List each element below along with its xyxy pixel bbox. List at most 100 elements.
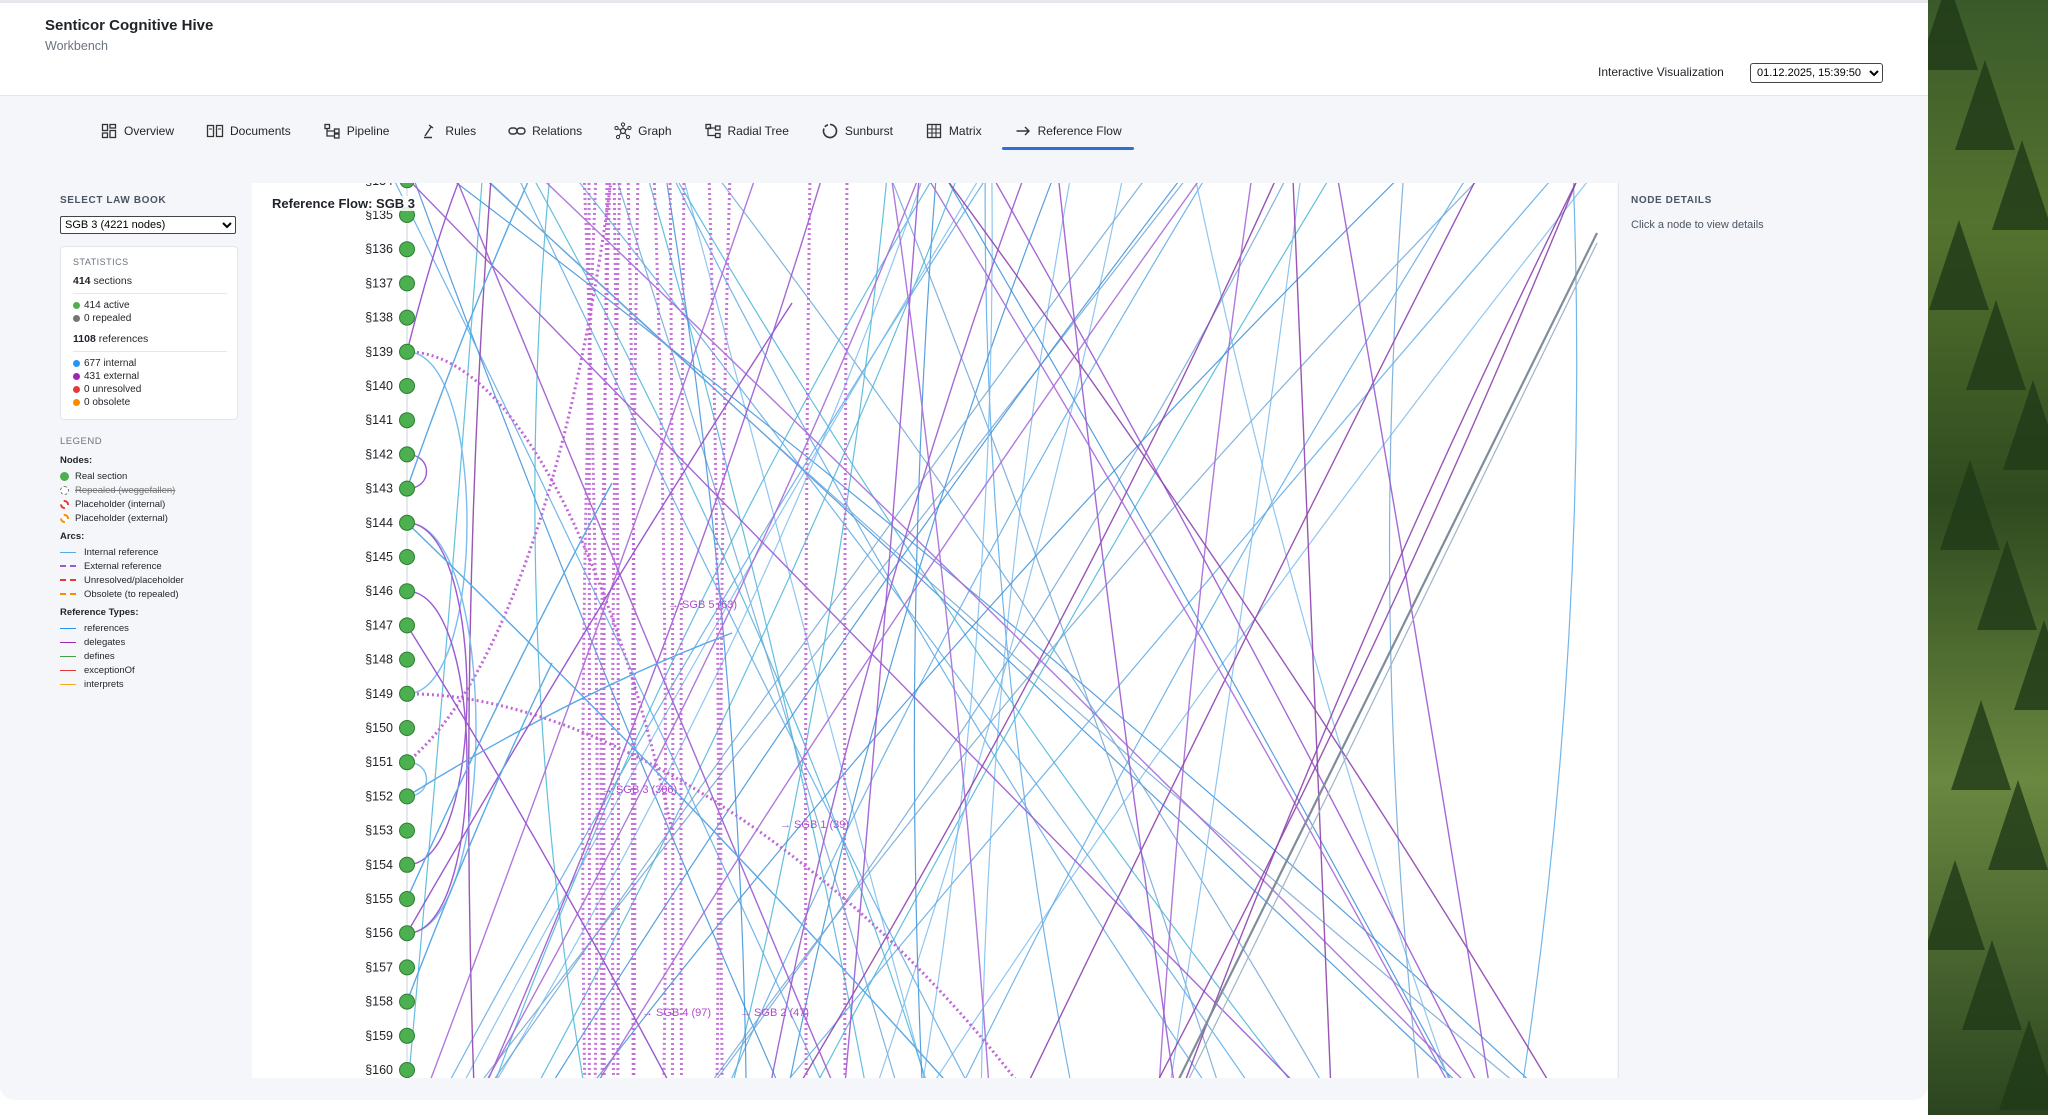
unresolved-line-icon xyxy=(60,579,76,581)
tab-sunburst[interactable]: Sunburst xyxy=(809,112,905,150)
section-label: §136 xyxy=(365,242,393,256)
unresolved-text: 0 unresolved xyxy=(84,384,142,395)
tab-pipeline[interactable]: Pipeline xyxy=(311,112,402,150)
section-node[interactable] xyxy=(399,959,415,976)
tree-icon xyxy=(704,122,722,140)
external-line-icon xyxy=(60,565,76,567)
delegates-line-icon xyxy=(60,641,76,643)
section-node[interactable] xyxy=(399,856,415,873)
tab-rules[interactable]: Rules xyxy=(409,112,488,150)
sections-count: 414 xyxy=(73,275,91,287)
local-reference-arc xyxy=(406,522,468,866)
internal-reference-arc xyxy=(495,183,931,1078)
internal-line-icon xyxy=(60,551,76,553)
internal-reference-arc xyxy=(596,183,1395,1078)
references-label: references xyxy=(98,333,149,345)
tab-reference-flow[interactable]: Reference Flow xyxy=(1001,112,1134,150)
section-node[interactable] xyxy=(399,241,415,258)
tab-bar: Overview Documents Pipeline Rules Relati… xyxy=(88,112,1142,150)
external-reference-arc xyxy=(599,183,612,1078)
tree-decoration xyxy=(1977,540,2037,630)
section-label: §138 xyxy=(365,311,393,325)
legend-text: Unresolved/placeholder xyxy=(84,574,184,586)
section-node[interactable] xyxy=(399,754,415,771)
section-label: §134 xyxy=(365,183,393,188)
section-node[interactable] xyxy=(399,651,415,668)
legend-obsolete: Obsolete (to repealed) xyxy=(60,587,238,601)
section-node[interactable] xyxy=(399,343,415,360)
tab-relations[interactable]: Relations xyxy=(496,112,594,150)
tree-decoration xyxy=(1929,220,1989,310)
real-section-icon xyxy=(60,471,69,481)
local-reference-arc xyxy=(406,351,468,695)
node-details-heading: NODE DETAILS xyxy=(1631,195,1712,206)
viz-title: Reference Flow: SGB 3 xyxy=(270,196,418,211)
legend-repealed: Repealed (weggefallen) xyxy=(60,483,238,497)
statistics-heading: STATISTICS xyxy=(73,257,129,267)
tab-label: Overview xyxy=(124,124,175,138)
sections-label: sections xyxy=(93,275,132,287)
timestamp-select[interactable]: 01.12.2025, 15:39:50 xyxy=(1750,63,1883,83)
section-node[interactable] xyxy=(399,617,415,634)
flow-svg[interactable]: §134§135§136§137§138§139§140§141§142§143… xyxy=(252,183,1617,1078)
law-book-select[interactable]: SGB 3 (4221 nodes) xyxy=(60,216,236,234)
legend-text: Placeholder (external) xyxy=(75,512,168,524)
section-node[interactable] xyxy=(399,446,415,463)
section-node[interactable] xyxy=(399,378,415,394)
section-label: §150 xyxy=(365,721,393,735)
tab-label: Graph xyxy=(638,124,672,138)
tree-decoration xyxy=(1955,60,2015,150)
repealed-text: 0 repealed xyxy=(84,313,132,324)
tab-matrix[interactable]: Matrix xyxy=(913,112,994,150)
legend-text: references xyxy=(84,622,129,634)
section-node[interactable] xyxy=(399,925,415,942)
divider xyxy=(73,293,227,294)
section-node[interactable] xyxy=(399,1062,415,1078)
purple-dot-icon xyxy=(73,373,80,380)
section-node[interactable] xyxy=(399,685,415,702)
section-node[interactable] xyxy=(399,309,415,326)
tab-radial-tree[interactable]: Radial Tree xyxy=(692,112,801,150)
legend-text: interprets xyxy=(84,678,124,690)
section-node[interactable] xyxy=(399,412,415,429)
section-node[interactable] xyxy=(399,549,415,565)
section-node[interactable] xyxy=(399,275,415,292)
tab-graph[interactable]: Graph xyxy=(602,112,683,150)
external-target-label: → SGB 4 (97) xyxy=(642,1007,711,1019)
section-node[interactable] xyxy=(399,788,415,805)
external-target-label: → SGB 5 (63) xyxy=(668,599,737,611)
section-label: §141 xyxy=(365,413,393,427)
legend-nodes-heading: Nodes: xyxy=(60,455,93,466)
legend-text: Repealed (weggefallen) xyxy=(75,484,176,496)
internal-reference-arc xyxy=(666,183,747,1078)
tab-overview[interactable]: Overview xyxy=(88,112,186,150)
tab-label: Documents xyxy=(230,124,291,138)
section-node[interactable] xyxy=(399,720,415,736)
header: Senticor Cognitive Hive Workbench Intera… xyxy=(0,3,1928,96)
internal-reference-arc xyxy=(617,183,896,1078)
section-node[interactable] xyxy=(399,822,415,839)
active-stat: 414 active xyxy=(73,299,227,312)
section-node[interactable] xyxy=(399,891,415,907)
internal-reference-arc xyxy=(488,183,1454,1078)
legend-type-interprets: interprets xyxy=(60,677,238,691)
external-target-label: → SGB 2 (47) xyxy=(740,1007,809,1019)
tab-label: Sunburst xyxy=(844,124,893,138)
legend-external-ref: External reference xyxy=(60,559,238,573)
tab-label: Rules xyxy=(445,124,477,138)
section-node[interactable] xyxy=(399,514,415,531)
pipeline-icon xyxy=(323,122,341,140)
external-text: 431 external xyxy=(84,371,140,382)
section-node[interactable] xyxy=(399,480,415,497)
section-node[interactable] xyxy=(399,993,415,1010)
external-reference-arc xyxy=(804,183,812,1078)
reference-flow-canvas[interactable]: Reference Flow: SGB 3 §134§135§136§137§1… xyxy=(252,183,1617,1078)
section-node[interactable] xyxy=(399,1027,415,1044)
tab-documents[interactable]: Documents xyxy=(194,112,303,150)
section-label: §159 xyxy=(365,1029,393,1043)
section-node[interactable] xyxy=(399,583,415,600)
legend-arcs-heading: Arcs: xyxy=(60,531,85,542)
left-sidebar: SELECT LAW BOOK SGB 3 (4221 nodes) STATI… xyxy=(60,195,238,691)
documents-icon xyxy=(206,122,224,140)
placeholder-external-icon xyxy=(60,513,69,523)
